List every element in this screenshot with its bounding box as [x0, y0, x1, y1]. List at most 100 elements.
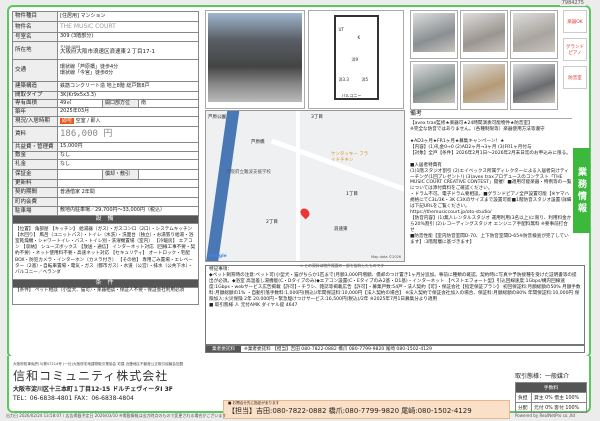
spec-label: 現況/入居時期: [12, 116, 58, 127]
spec-label: 物件種目: [12, 11, 58, 22]
spec-value-cell: なし: [57, 159, 199, 170]
spec-label: 交通: [12, 59, 58, 82]
room-photo[interactable]: [460, 61, 508, 110]
map-label: 浪速東: [334, 227, 348, 232]
agent-label: 業者委託料: [206, 346, 241, 352]
spec-label: 敷金: [12, 151, 58, 160]
property-spec-table: 物件種目 [住居用] マンション 物件名 THE MUSIC COURT 号室名 309 …: [12, 11, 199, 305]
room-photo[interactable]: [410, 61, 458, 110]
road: [270, 138, 404, 209]
footer-powered-by: Powered by RealNetPro co.,ltd: [515, 413, 576, 418]
spec-value-cell: 15,000円: [57, 142, 199, 152]
company-address: 大阪市淀川区十三本町１丁目12-15 ドルチェヴィータⅠ 3F: [13, 386, 173, 393]
spec-value-cell: 鉄筋コンクリート造 地上8階 総戸数8戸: [57, 81, 199, 92]
spec-value-cell: 3K(Kr9x5x3.3): [57, 91, 199, 100]
company-name: 信和コミュニティ株式会社: [13, 369, 169, 383]
spec-label: 号室名: [12, 32, 58, 42]
spec-value: 空室 / 即入: [75, 117, 101, 124]
spec-label: 専有面積: [12, 99, 58, 108]
spec-value-cell: 49㎡: [57, 99, 103, 108]
spec-row: 物件種目 [住居用] マンション: [12, 11, 199, 22]
spec-value: 環状線「芦原橋」徒歩4分: [60, 63, 119, 70]
agent-commission-row: 業者委託料 ※業者委託料 【担当】吉田 080-7822-0882 橋爪 080-…: [205, 345, 585, 353]
remarks-panel: 備考 【avex trax監修★楽器可★24時間演奏可能物件★防音室】 ※完全な…: [410, 110, 572, 248]
map-label: 2丁目: [266, 220, 278, 225]
spec-value-cell: 敷地内駐車場／29,700円～33,000円（税込）: [57, 206, 199, 216]
spec-value-cell: 即可 空室 / 即入: [57, 116, 199, 127]
spec-label: 物件名: [12, 21, 58, 33]
remarks-text: 【avex trax監修★楽器可★24時間演奏可能物件★防音室】 ※完全な防音で…: [410, 120, 572, 246]
spec-row: 交通 環状線「芦原橋」徒歩4分 環状線「今宮」徒歩8分: [12, 59, 199, 82]
status-badge: 即可: [60, 117, 75, 124]
spec-value-cell: 2025年03月: [57, 107, 199, 117]
equipment-text: 【位置】 角部屋 【キッチン】 給湯器（ガス）・ガスコンロ（2口）・システムキッ…: [12, 222, 199, 280]
room-photo[interactable]: [510, 10, 558, 59]
spec-row: 築年 2025年03月: [12, 107, 199, 117]
business-info-tab[interactable]: 業務情報: [573, 148, 590, 233]
spec-value: 南: [138, 99, 199, 108]
spec-label: 償却・敷引: [102, 169, 139, 180]
spec-value: 49㎡: [60, 99, 72, 106]
spec-value-cell: 〒556-0005 大阪府大阪市浪速区浪速東２丁目17-1: [57, 41, 199, 60]
spec-row: 町内会費: [12, 197, 199, 207]
map-attribution: Map data ©2026: [371, 255, 401, 259]
instrument-ok-icon: 楽器OK: [563, 10, 587, 33]
spec-row: 賃料 186,000 円: [12, 126, 199, 143]
spec-value: 敷地内駐車場／29,700円～33,000円（税込）: [60, 207, 165, 214]
spec-value-cell: [57, 197, 199, 207]
spec-row: 更新料: [12, 179, 199, 188]
agent-text: ※業者委託料 【担当】吉田 080-7822-0882 橋爪 080-7799-…: [243, 347, 432, 352]
spec-value: 環状線「今宮」徒歩8分: [60, 69, 114, 76]
transaction-fee: 取引態様：一般媒介 手数料 負担 貸主 0% 借主 100% 分配 元付 0% 客付…: [514, 371, 587, 413]
spec-label: 間取タイプ: [12, 91, 58, 100]
spec-label: 保証金: [12, 169, 58, 180]
spec-label: 築年: [12, 107, 58, 117]
room-photo[interactable]: [510, 61, 558, 110]
spec-label: 所在地: [12, 41, 58, 60]
spec-row: 専有面積 49㎡ 開口部方位南: [12, 99, 199, 108]
spec-value-cell: 普通借家 2年間: [57, 187, 199, 198]
location-pin-icon[interactable]: [298, 206, 312, 220]
icon-label: グランドピアノ: [566, 44, 584, 56]
spec-value: 186,000 円: [60, 129, 113, 140]
spec-label: 駐車場: [12, 206, 58, 216]
spec-value: 大阪府大阪市浪速区浪速東２丁目17-1: [60, 49, 155, 56]
spec-label: 町内会費: [12, 197, 58, 207]
icon-label: 楽器OK: [567, 19, 583, 25]
location-map[interactable]: 芦原公園 芦原橋 3丁目 ケンタッキー フライドチキン 大阪府立難波支援学校 1…: [205, 110, 405, 262]
icon-label: 防音室: [568, 75, 582, 81]
spec-value: 15,000円: [60, 143, 83, 150]
spec-value-cell: THE MUSIC COURT: [57, 21, 199, 33]
room-photo[interactable]: [410, 10, 458, 59]
river: [206, 111, 240, 261]
spec-label: 賃料: [12, 126, 58, 143]
floorplan-image[interactable]: UT K 洋9 洋3.3 洋5 バルコニー: [308, 10, 404, 109]
spec-value: なし: [60, 160, 71, 167]
spec-row: 礼金 なし: [12, 159, 199, 170]
road: [296, 111, 300, 261]
equipment-header: 設 備: [12, 215, 199, 224]
spec-value: [住居用] マンション: [60, 12, 106, 19]
notes-line: ■ 取引態様 人 元付AMK ダイヤル錠 4647: [209, 302, 298, 308]
spec-value-cell: [57, 169, 103, 180]
company-info: 大阪府知事免許(3)第57214号 (一社)大阪府宅地建物取引業協会 宅建 近畿…: [13, 362, 323, 402]
guitar-icon: 防音室: [563, 66, 587, 89]
fee-key: 分配: [514, 402, 533, 413]
remarks-title: 備考: [410, 110, 572, 119]
google-logo: Google: [209, 254, 227, 259]
spec-value-cell: 186,000 円: [57, 126, 199, 143]
map-label: 3丁目: [311, 115, 323, 120]
room-photo[interactable]: [460, 10, 508, 59]
spec-value: [138, 169, 199, 180]
fee-key: 負担: [514, 392, 533, 403]
special-notes: 特記事項： ◆ペット飼育時の注意:ペット可(小型犬・猫がちらか1匹まで)月額3,…: [205, 265, 585, 345]
spec-label: 礼金: [12, 159, 58, 170]
fee-header: 手数料: [515, 382, 587, 393]
building-photo[interactable]: [205, 10, 305, 109]
piano-icon: グランドピアノ: [563, 38, 587, 61]
conditions-text: 【条件】 ペット相談（小型犬、猫可）・楽器相談・保証人不要・保証会社利用必須: [12, 286, 199, 305]
spec-row: 建築構造 鉄筋コンクリート造 地上8階 総戸数8戸: [12, 81, 199, 92]
spec-row: 所在地 〒556-0005 大阪府大阪市浪速区浪速東２丁目17-1: [12, 41, 199, 60]
notes-text: ◆ペット飼育時の注意:ペット可(小型犬・猫がちらか1匹まで)月額3,000円増額…: [209, 272, 581, 302]
footer: 出力日 2026/02/24 13:58:07 / 広告掲載予定日 2026/0…: [0, 413, 600, 419]
